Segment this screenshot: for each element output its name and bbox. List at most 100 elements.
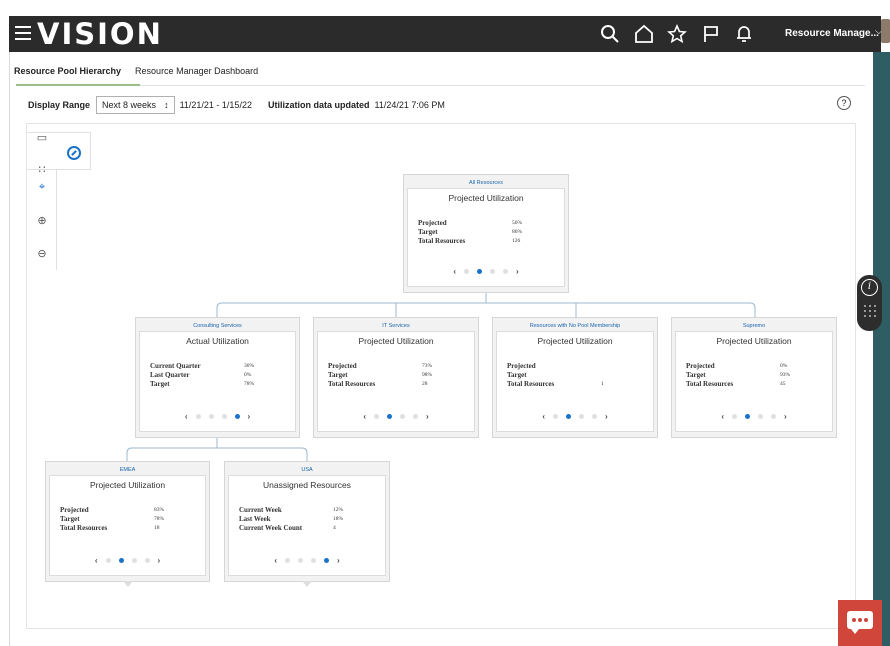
pager-dot[interactable] bbox=[221, 414, 227, 419]
metric-value: 1 bbox=[601, 380, 604, 387]
help-icon[interactable]: ? bbox=[837, 96, 851, 110]
node-title[interactable]: All Resources bbox=[404, 180, 568, 188]
pager-dot[interactable] bbox=[566, 414, 571, 419]
metric-label: Last Quarter bbox=[150, 370, 190, 379]
pager-dot[interactable] bbox=[490, 269, 495, 274]
pager-next-icon[interactable]: › bbox=[158, 556, 161, 565]
pager-next-icon[interactable]: › bbox=[516, 267, 519, 276]
pager-dot[interactable] bbox=[195, 414, 201, 419]
display-range-select[interactable]: Next 8 weeks ↕ bbox=[96, 96, 175, 114]
pager-dot[interactable] bbox=[118, 558, 124, 563]
node-consulting-services[interactable]: Consulting Services Actual Utilization C… bbox=[135, 317, 300, 438]
node-emea[interactable]: EMEA Projected Utilization Projected 83% … bbox=[45, 461, 210, 587]
app-logo[interactable]: VISION bbox=[37, 16, 163, 52]
pager-prev-icon[interactable]: ‹ bbox=[274, 556, 277, 565]
pager-dot[interactable] bbox=[592, 414, 597, 419]
metric-label: Total Resources bbox=[507, 379, 555, 388]
flag-icon[interactable] bbox=[701, 24, 721, 44]
pager-next-icon[interactable]: › bbox=[605, 412, 608, 421]
pager-dot[interactable] bbox=[732, 414, 737, 419]
metric-row: Projected 73% bbox=[328, 361, 464, 370]
pager-dot[interactable] bbox=[464, 269, 469, 274]
pager-dot[interactable] bbox=[285, 558, 290, 563]
metric-rows: Projected 73% Target 98% Total Resources 28 bbox=[328, 361, 464, 388]
pager-dot[interactable] bbox=[477, 269, 482, 274]
pager-next-icon[interactable]: › bbox=[426, 412, 429, 421]
metric-label: Projected bbox=[418, 218, 447, 227]
tab-resource-pool-hierarchy[interactable]: Resource Pool Hierarchy bbox=[14, 66, 121, 84]
fit-to-screen-icon[interactable]: ⌖ bbox=[35, 180, 49, 194]
pager-dot[interactable] bbox=[400, 414, 405, 419]
pager-dot[interactable] bbox=[324, 558, 329, 563]
pager-dot[interactable] bbox=[208, 414, 214, 419]
info-icon[interactable]: i bbox=[861, 279, 878, 296]
pager-dot[interactable] bbox=[234, 414, 240, 419]
metric-value: 56% bbox=[512, 219, 523, 226]
expand-indicator[interactable] bbox=[302, 581, 312, 587]
node-usa[interactable]: USA Unassigned Resources Current Week 12%… bbox=[224, 461, 390, 587]
pager-dot[interactable] bbox=[131, 558, 137, 563]
user-menu[interactable]: Resource Manage... bbox=[785, 28, 879, 39]
pager-prev-icon[interactable]: ‹ bbox=[363, 412, 366, 421]
zoom-in-icon[interactable]: ⊕ bbox=[35, 214, 49, 228]
tab-divider bbox=[16, 85, 865, 86]
pager-dot[interactable] bbox=[374, 414, 379, 419]
pager-prev-icon[interactable]: ‹ bbox=[453, 267, 456, 276]
select-stepper-icon: ↕ bbox=[164, 100, 169, 110]
chat-button[interactable] bbox=[838, 600, 882, 646]
node-title[interactable]: Consulting Services bbox=[136, 323, 299, 331]
node-it-services[interactable]: IT Services Projected Utilization Projec… bbox=[313, 317, 479, 438]
node-title[interactable]: EMEA bbox=[46, 467, 209, 475]
node-title[interactable]: USA bbox=[225, 467, 389, 475]
pager-dot[interactable] bbox=[144, 558, 150, 563]
node-title[interactable]: Resources with No Pool Membership bbox=[493, 323, 657, 331]
apps-grid-icon[interactable] bbox=[864, 305, 876, 319]
avatar[interactable] bbox=[881, 19, 890, 43]
pager-dot[interactable] bbox=[771, 414, 776, 419]
node-title[interactable]: Supremo bbox=[672, 323, 836, 331]
bell-icon[interactable] bbox=[734, 24, 754, 44]
pager-dot[interactable] bbox=[311, 558, 316, 563]
home-icon[interactable] bbox=[634, 24, 654, 44]
node-title[interactable]: IT Services bbox=[314, 323, 478, 331]
node-supremo[interactable]: Supremo Projected Utilization Projected 0… bbox=[671, 317, 837, 438]
pager-dot[interactable] bbox=[298, 558, 303, 563]
pager-next-icon[interactable]: › bbox=[248, 412, 251, 421]
pager-dot[interactable] bbox=[745, 414, 750, 419]
metric-rows: Projected 0% Target 93% Total Resources 45 bbox=[686, 361, 822, 388]
expand-indicator[interactable] bbox=[122, 581, 133, 587]
compass-icon[interactable] bbox=[67, 146, 81, 160]
metric-value: 45 bbox=[780, 380, 786, 387]
node-card: Projected Utilization Projected 56% Targe… bbox=[407, 188, 565, 287]
node-subtitle: Projected Utilization bbox=[716, 336, 792, 346]
tab-resource-manager-dashboard[interactable]: Resource Manager Dashboard bbox=[135, 66, 258, 84]
node-no-pool-membership[interactable]: Resources with No Pool Membership Projec… bbox=[492, 317, 658, 438]
node-all-resources[interactable]: All Resources Projected Utilization Proj… bbox=[403, 174, 569, 293]
active-tab-indicator bbox=[16, 84, 140, 86]
expand-view-icon[interactable]: ▭ bbox=[35, 131, 49, 145]
zoom-out-icon[interactable]: ⊖ bbox=[35, 247, 49, 261]
pager-dot[interactable] bbox=[387, 414, 392, 419]
pager-prev-icon[interactable]: ‹ bbox=[542, 412, 545, 421]
metric-value: 98% bbox=[422, 371, 433, 378]
pager-dot[interactable] bbox=[503, 269, 508, 274]
node-card: Unassigned Resources Current Week 12% Las… bbox=[228, 475, 386, 576]
pager-next-icon[interactable]: › bbox=[784, 412, 787, 421]
pager-dot[interactable] bbox=[413, 414, 418, 419]
pager-dot[interactable] bbox=[105, 558, 111, 563]
pager-dot[interactable] bbox=[579, 414, 584, 419]
pager-prev-icon[interactable]: ‹ bbox=[185, 412, 188, 421]
global-header: VISION Resource Manage... ⌵ bbox=[9, 16, 883, 52]
pager-prev-icon[interactable]: ‹ bbox=[721, 412, 724, 421]
star-icon[interactable] bbox=[667, 23, 687, 44]
pager-dot[interactable] bbox=[553, 414, 558, 419]
pager-next-icon[interactable]: › bbox=[337, 556, 340, 565]
metric-label: Projected bbox=[507, 361, 536, 370]
metric-label: Projected bbox=[60, 505, 89, 514]
search-icon[interactable] bbox=[600, 24, 620, 44]
menu-icon[interactable] bbox=[15, 26, 31, 40]
pager-prev-icon[interactable]: ‹ bbox=[95, 556, 98, 565]
metric-row: Target 98% bbox=[328, 370, 464, 379]
hierarchy-layout-icon[interactable]: ∷ bbox=[35, 163, 49, 177]
pager-dot[interactable] bbox=[758, 414, 763, 419]
